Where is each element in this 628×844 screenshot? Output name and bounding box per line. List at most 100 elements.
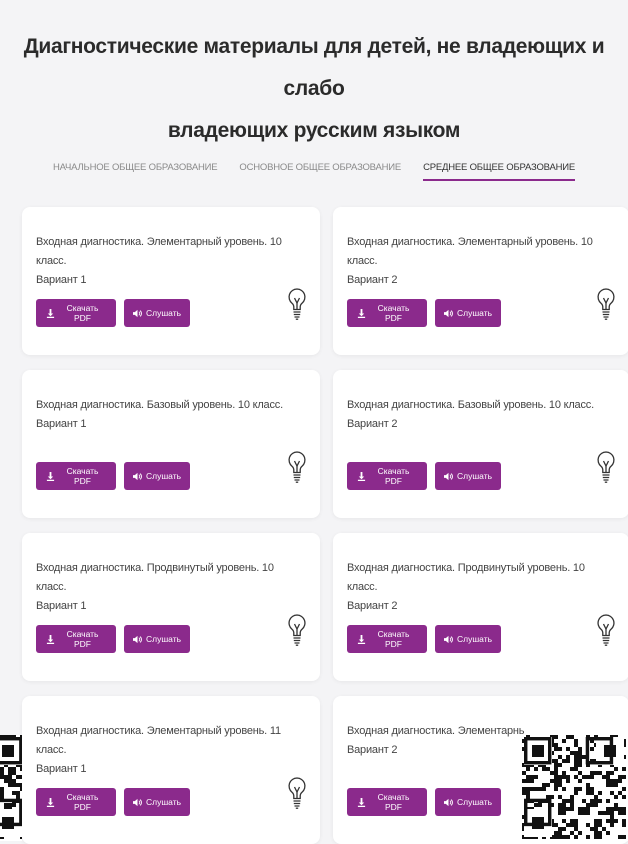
listen-button[interactable]: Слушать	[435, 462, 501, 490]
card-actions: Скачать PDF Слушать	[347, 625, 501, 653]
card-actions: Скачать PDF Слушать	[347, 788, 501, 816]
card-variant: Вариант 1	[36, 600, 87, 612]
card-actions: Скачать PDF Слушать	[347, 299, 501, 327]
card-variant: Вариант 2	[347, 600, 398, 612]
lightbulb-icon	[595, 613, 617, 647]
lightbulb-icon	[595, 287, 617, 321]
card-title-line-1: Входная диагностика. Элементарный уровен…	[36, 236, 282, 267]
download-pdf-button[interactable]: Скачать PDF	[36, 788, 116, 816]
card-variant: Вариант 1	[36, 763, 87, 775]
card-title-line-1: Входная диагностика. Элементарный уровен…	[347, 236, 593, 267]
material-card: Входная диагностика. Элементарный уровен…	[333, 207, 628, 355]
listen-button[interactable]: Слушать	[124, 299, 190, 327]
speaker-icon	[443, 472, 453, 481]
download-pdf-label: Скачать PDF	[66, 466, 99, 486]
speaker-icon	[443, 798, 453, 807]
qr-code-right-graphic	[522, 735, 626, 839]
download-pdf-label: Скачать PDF	[66, 792, 99, 812]
download-pdf-button[interactable]: Скачать PDF	[347, 299, 427, 327]
listen-label: Слушать	[145, 471, 182, 481]
download-pdf-button[interactable]: Скачать PDF	[347, 788, 427, 816]
lightbulb-icon	[286, 287, 308, 321]
speaker-icon	[132, 635, 142, 644]
download-pdf-button[interactable]: Скачать PDF	[347, 462, 427, 490]
lightbulb-icon	[286, 776, 308, 810]
listen-label: Слушать	[456, 308, 493, 318]
download-pdf-button[interactable]: Скачать PDF	[347, 625, 427, 653]
card-title: Входная диагностика. Продвинутый уровень…	[347, 559, 612, 616]
download-icon	[46, 308, 55, 318]
tab-basic-education[interactable]: ОСНОВНОЕ ОБЩЕЕ ОБРАЗОВАНИЕ	[239, 158, 401, 181]
card-title-line-1: Входная диагностика. Элементарный уровен…	[36, 725, 281, 756]
download-pdf-label: Скачать PDF	[377, 466, 410, 486]
speaker-icon	[132, 309, 142, 318]
material-card: Входная диагностика. Базовый уровень. 10…	[333, 370, 628, 518]
download-pdf-label: Скачать PDF	[66, 629, 99, 649]
lightbulb-icon	[286, 613, 308, 647]
listen-label: Слушать	[456, 471, 493, 481]
download-pdf-label: Скачать PDF	[66, 303, 99, 323]
download-pdf-button[interactable]: Скачать PDF	[36, 625, 116, 653]
listen-label: Слушать	[145, 797, 182, 807]
material-card: Входная диагностика. Продвинутый уровень…	[22, 533, 320, 681]
card-title: Входная диагностика. Продвинутый уровень…	[36, 559, 301, 616]
card-variant: Вариант 1	[36, 274, 87, 286]
listen-button[interactable]: Слушать	[435, 625, 501, 653]
listen-label: Слушать	[456, 634, 493, 644]
card-actions: Скачать PDF Слушать	[36, 625, 190, 653]
speaker-icon	[443, 309, 453, 318]
speaker-icon	[443, 635, 453, 644]
download-pdf-button[interactable]: Скачать PDF	[36, 462, 116, 490]
listen-label: Слушать	[145, 308, 182, 318]
card-variant: Вариант 2	[347, 418, 398, 430]
card-title: Входная диагностика. Элементарный уровен…	[36, 233, 301, 290]
material-card: Входная диагностика. Элементарный уровен…	[22, 207, 320, 355]
material-card: Входная диагностика. Продвинутый уровень…	[333, 533, 628, 681]
card-title-line-1: Входная диагностика. Базовый уровень. 10…	[36, 399, 283, 411]
card-title: Входная диагностика. Базовый уровень. 10…	[36, 396, 301, 434]
card-title: Входная диагностика. Элементарный уровен…	[36, 722, 301, 779]
listen-button[interactable]: Слушать	[435, 788, 501, 816]
material-card: Входная диагностика. Элементарный уровен…	[22, 696, 320, 844]
card-title: Входная диагностика. Базовый уровень. 10…	[347, 396, 612, 434]
listen-button[interactable]: Слушать	[435, 299, 501, 327]
education-level-tabs: НАЧАЛЬНОЕ ОБЩЕЕ ОБРАЗОВАНИЕ ОСНОВНОЕ ОБЩ…	[0, 158, 628, 181]
material-card: Входная диагностика. Базовый уровень. 10…	[22, 370, 320, 518]
qr-code-left	[0, 735, 22, 841]
download-icon	[46, 634, 55, 644]
listen-button[interactable]: Слушать	[124, 625, 190, 653]
card-actions: Скачать PDF Слушать	[36, 462, 190, 490]
qr-code-right	[522, 735, 628, 841]
page-title: Диагностические материалы для детей, не …	[0, 26, 628, 152]
tab-secondary-education[interactable]: СРЕДНЕЕ ОБЩЕЕ ОБРАЗОВАНИЕ	[423, 158, 575, 181]
download-icon	[357, 797, 366, 807]
download-pdf-label: Скачать PDF	[377, 792, 410, 812]
download-icon	[46, 797, 55, 807]
card-title-line-1: Входная диагностика. Продвинутый уровень…	[36, 562, 274, 593]
download-icon	[357, 308, 366, 318]
page-title-line-2: владеющих русским языком	[167, 119, 461, 142]
card-actions: Скачать PDF Слушать	[36, 299, 190, 327]
card-variant: Вариант 2	[347, 274, 398, 286]
download-icon	[46, 471, 55, 481]
listen-label: Слушать	[145, 634, 182, 644]
card-title-line-1: Входная диагностика. Продвинутый уровень…	[347, 562, 585, 593]
listen-button[interactable]: Слушать	[124, 788, 190, 816]
download-icon	[357, 634, 366, 644]
qr-code-left-graphic	[0, 735, 22, 839]
speaker-icon	[132, 472, 142, 481]
tab-primary-education[interactable]: НАЧАЛЬНОЕ ОБЩЕЕ ОБРАЗОВАНИЕ	[53, 158, 218, 181]
card-actions: Скачать PDF Слушать	[36, 788, 190, 816]
listen-label: Слушать	[456, 797, 493, 807]
page-title-line-1: Диагностические материалы для детей, не …	[23, 35, 605, 100]
download-pdf-button[interactable]: Скачать PDF	[36, 299, 116, 327]
download-icon	[357, 471, 366, 481]
download-pdf-label: Скачать PDF	[377, 303, 410, 323]
lightbulb-icon	[286, 450, 308, 484]
card-actions: Скачать PDF Слушать	[347, 462, 501, 490]
card-title: Входная диагностика. Элементарный уровен…	[347, 233, 612, 290]
download-pdf-label: Скачать PDF	[377, 629, 410, 649]
card-variant: Вариант 1	[36, 418, 87, 430]
listen-button[interactable]: Слушать	[124, 462, 190, 490]
speaker-icon	[132, 798, 142, 807]
